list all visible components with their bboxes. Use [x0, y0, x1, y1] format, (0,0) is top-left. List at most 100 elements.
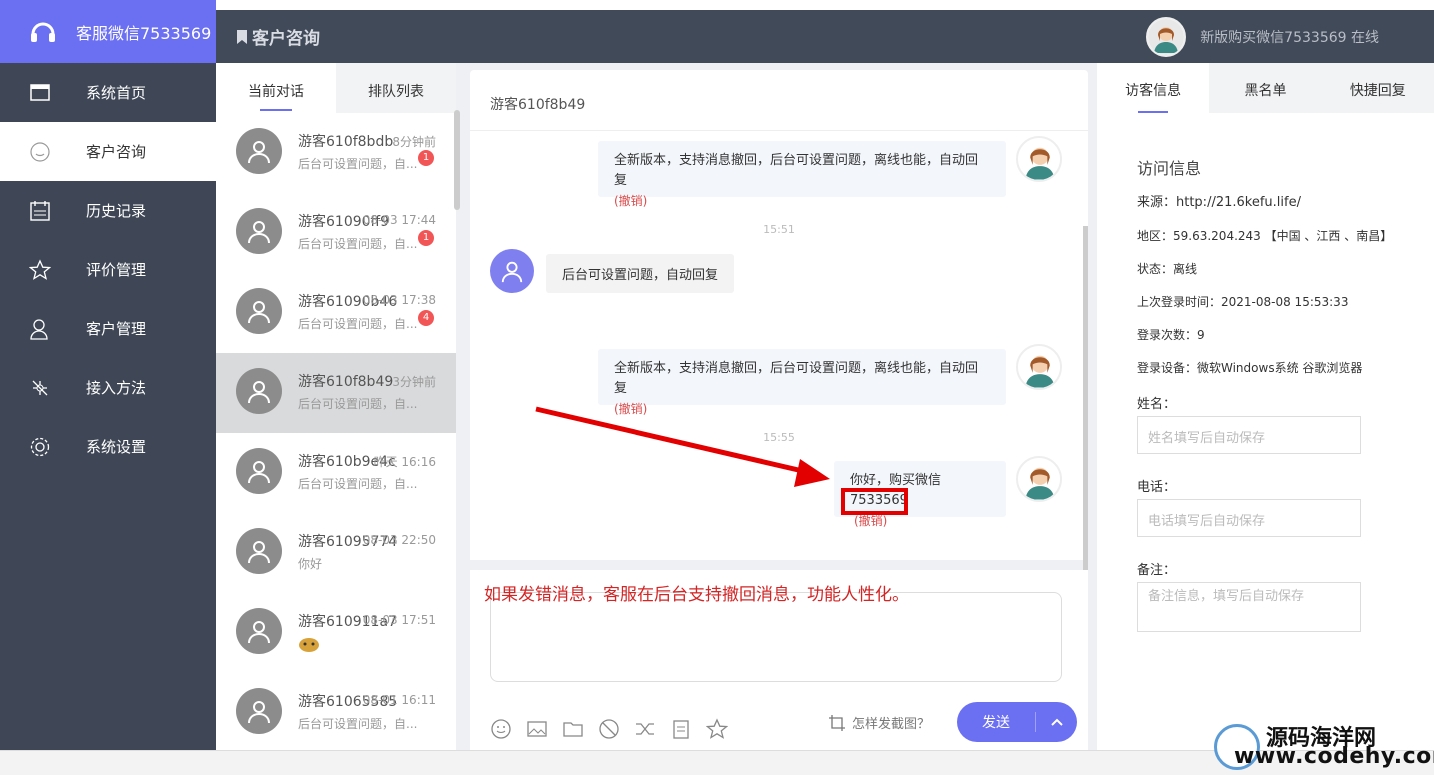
composer-toolbar: [490, 718, 729, 740]
topbar: 客户咨询 新版购买微信7533569 在线: [216, 10, 1434, 63]
agent-avatar: [1016, 344, 1062, 390]
visit-info: 访问信息 来源：http://21.6kefu.life/ 地区：59.63.2…: [1137, 155, 1392, 654]
conversation-time: 08-01 16:11: [362, 693, 436, 707]
screenshot-help[interactable]: 怎样发截图？: [828, 713, 930, 732]
visitor-tabs: 访客信息 黑名单 快捷回复: [1097, 63, 1434, 113]
info-login-count: 登录次数：9: [1137, 328, 1205, 342]
chat-panel: 游客610f8b49 全新版本，支持消息撤回，后台可设置问题，离线也能，自动回复…: [470, 70, 1088, 750]
unread-badge: 1: [418, 150, 434, 166]
chevron-up-icon[interactable]: [1036, 715, 1077, 730]
visitor-panel: 访客信息 黑名单 快捷回复 访问信息 来源：http://21.6kefu.li…: [1097, 63, 1434, 750]
message-area: 全新版本，支持消息撤回，后台可设置问题，离线也能，自动回复 (撤销) 15:51…: [470, 130, 1088, 621]
screenshot-help-text: 怎样发截图？: [852, 717, 931, 732]
conversation-item[interactable]: 游客61095774 08-03 22:50 你好: [216, 513, 456, 593]
menu-item-history[interactable]: 历史记录: [0, 181, 216, 240]
message-input[interactable]: [490, 592, 1062, 682]
block-icon[interactable]: [598, 718, 620, 740]
message-scrollbar[interactable]: [1083, 226, 1088, 621]
chat-bubble-icon: [28, 140, 52, 164]
menu-label: 客户管理: [86, 320, 147, 338]
user-avatar-icon: [236, 528, 282, 574]
tab-quick-reply[interactable]: 快捷回复: [1321, 63, 1434, 113]
brand: 客服微信7533569: [0, 0, 216, 63]
menu-item-consult[interactable]: 客户咨询: [0, 122, 216, 181]
user-avatar-icon: [236, 128, 282, 174]
conversation-preview: 后台可设置问题，自...: [298, 157, 418, 171]
conversation-preview: 后台可设置问题，自...: [298, 477, 418, 491]
note-field[interactable]: 备注信息，填写后自动保存: [1137, 582, 1361, 632]
calendar-icon: [28, 199, 52, 223]
menu-item-customers[interactable]: 客户管理: [0, 299, 216, 358]
conversation-preview: 后台可设置问题，自...: [298, 317, 418, 331]
send-label: 发送: [982, 715, 1010, 731]
conversation-item[interactable]: 游客610b9e4c 昨天 16:16 后台可设置问题，自...: [216, 433, 456, 513]
star-icon: [28, 258, 52, 282]
menu-label: 客户咨询: [86, 143, 147, 161]
clipboard-icon[interactable]: [670, 718, 692, 740]
annotation-arrow: [535, 406, 830, 487]
user-avatar-icon: [236, 208, 282, 254]
chat-visitor-name: 游客610f8b49: [490, 97, 586, 113]
agent-message: 全新版本，支持消息撤回，后台可设置问题，离线也能，自动回复 (撤销): [598, 141, 1006, 208]
conversation-preview: 后台可设置问题，自...: [298, 237, 418, 251]
conversation-item[interactable]: 游客610f8bdb 8分钟前 后台可设置问题，自... 1: [216, 113, 456, 193]
star-icon[interactable]: [705, 718, 729, 740]
user-avatar-icon: [236, 368, 282, 414]
current-user[interactable]: 新版购买微信7533569 在线: [1146, 10, 1379, 63]
user-avatar-icon: [236, 608, 282, 654]
agent-avatar: [1016, 456, 1062, 502]
conversation-item[interactable]: 游客61090ff9 08-03 17:44 后台可设置问题，自... 1: [216, 193, 456, 273]
menu-label: 系统设置: [86, 438, 147, 456]
conversation-time: 3分钟前: [392, 375, 436, 389]
image-icon[interactable]: [526, 718, 548, 740]
gear-icon: [28, 435, 52, 459]
emoji-icon[interactable]: [490, 718, 512, 740]
chat-header: 游客610f8b49: [470, 70, 1088, 130]
conversation-item[interactable]: 游客610911a7 08-03 17:51: [216, 593, 456, 673]
phone-label: 电话：: [1137, 480, 1177, 495]
tab-queue[interactable]: 排队列表: [336, 63, 456, 113]
crop-icon: [829, 714, 845, 731]
conversation-time: 8分钟前: [392, 135, 436, 149]
conversation-time: 08-03 17:44: [362, 213, 436, 227]
conversation-time: 08-03 17:51: [362, 613, 436, 627]
menu-item-home[interactable]: 系统首页: [0, 63, 216, 122]
message-text: 全新版本，支持消息撤回，后台可设置问题，离线也能，自动回复: [614, 361, 979, 396]
message-timestamp: 15:51: [763, 223, 795, 236]
conversation-name: 游客610f8bdb: [298, 134, 394, 150]
send-button[interactable]: 发送: [957, 702, 1077, 742]
menu-label: 评价管理: [86, 261, 147, 279]
tab-blacklist[interactable]: 黑名单: [1209, 63, 1322, 113]
sidebar: 客服微信7533569 系统首页 客户咨询 历史记录 评价管理 客户管理 接入方…: [0, 0, 216, 750]
user-avatar-icon: [236, 288, 282, 334]
transfer-icon[interactable]: [634, 718, 656, 740]
agent-message: 全新版本，支持消息撤回，后台可设置问题，离线也能，自动回复 (撤销): [598, 349, 1006, 416]
note-label: 备注：: [1137, 563, 1177, 578]
menu-item-access[interactable]: 接入方法: [0, 358, 216, 417]
conversation-preview: 后台可设置问题，自...: [298, 397, 418, 411]
annotation-text: 如果发错消息，客服在后台支持撤回消息，功能人性化。: [484, 585, 909, 605]
message-text: 全新版本，支持消息撤回，后台可设置问题，离线也能，自动回复: [614, 153, 979, 188]
tab-visitor-info[interactable]: 访客信息: [1097, 63, 1209, 113]
conversation-time: 08-03 17:38: [362, 293, 436, 307]
folder-icon[interactable]: [562, 718, 584, 740]
menu-item-settings[interactable]: 系统设置: [0, 417, 216, 476]
highlight-box: [841, 488, 908, 515]
agent-avatar: [1016, 136, 1062, 182]
phone-field[interactable]: 电话填写后自动保存: [1137, 499, 1361, 537]
menu-item-rating[interactable]: 评价管理: [0, 240, 216, 299]
app-root: 客服微信7533569 系统首页 客户咨询 历史记录 评价管理 客户管理 接入方…: [0, 0, 1434, 775]
emoji-sticker-icon: [298, 635, 320, 656]
page-title-text: 客户咨询: [252, 29, 320, 49]
name-field[interactable]: 姓名填写后自动保存: [1137, 416, 1361, 454]
headset-icon: [31, 22, 55, 42]
conversation-item[interactable]: 游客61090b46 08-03 17:38 后台可设置问题，自... 4: [216, 273, 456, 353]
conversation-item-selected[interactable]: 游客610f8b49 3分钟前 后台可设置问题，自...: [216, 353, 456, 433]
revoke-link[interactable]: (撤销): [614, 191, 990, 211]
visitor-message: 后台可设置问题，自动回复: [546, 254, 735, 293]
conversation-scrollbar[interactable]: [454, 110, 460, 210]
info-source: 来源：http://21.6kefu.life/: [1137, 195, 1301, 210]
conversation-name: 游客610f8b49: [298, 374, 394, 390]
tab-current[interactable]: 当前对话: [216, 63, 336, 113]
conversation-item[interactable]: 游客61065585 08-01 16:11 后台可设置问题，自...: [216, 673, 456, 750]
